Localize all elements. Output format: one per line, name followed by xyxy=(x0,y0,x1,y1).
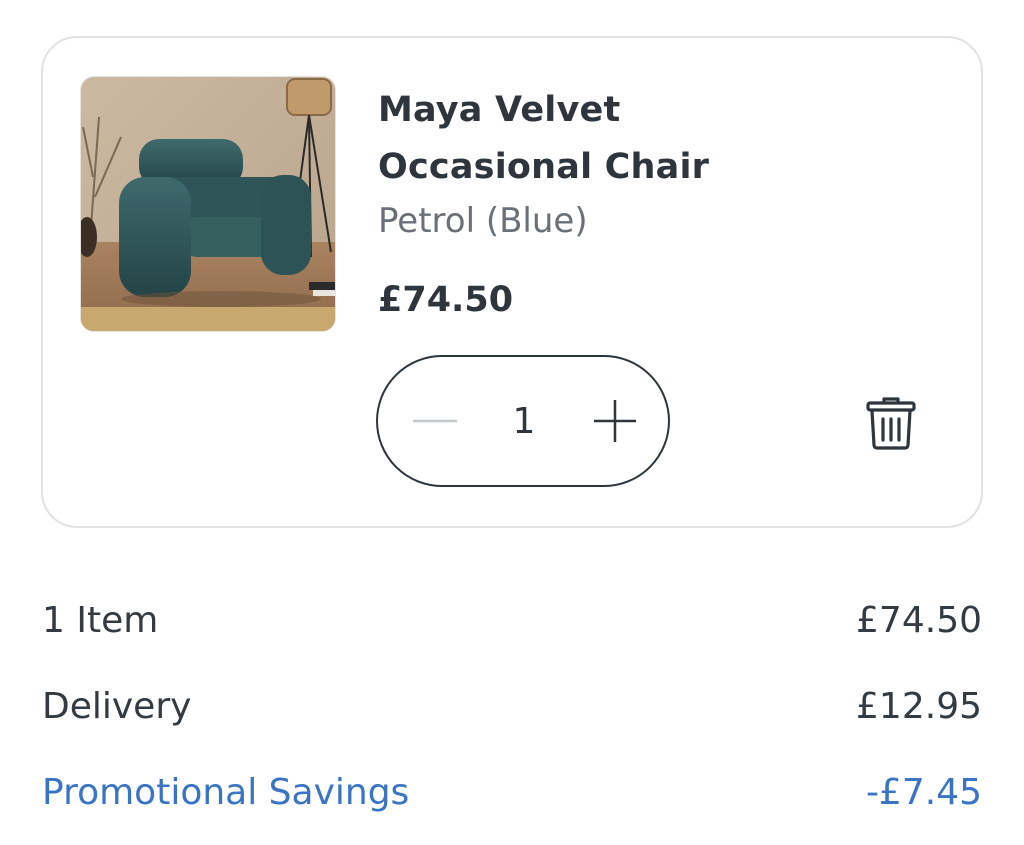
plus-icon xyxy=(594,400,636,442)
remove-item-button[interactable] xyxy=(862,392,920,454)
summary-delivery-label: Delivery xyxy=(42,685,192,727)
summary-delivery-value: £12.95 xyxy=(856,685,982,727)
summary-promo-label: Promotional Savings xyxy=(42,771,410,813)
summary-promo-row: Promotional Savings -£7.45 xyxy=(42,767,982,817)
summary-items-row: 1 Item £74.50 xyxy=(42,595,982,645)
product-variant: Petrol (Blue) xyxy=(378,201,588,241)
product-title[interactable]: Maya Velvet Occasional Chair xyxy=(378,82,798,196)
minus-icon xyxy=(413,419,457,423)
increase-quantity-button[interactable] xyxy=(570,357,660,485)
quantity-value: 1 xyxy=(512,400,536,442)
summary-items-value: £74.50 xyxy=(856,599,982,641)
product-image[interactable] xyxy=(80,76,336,332)
summary-promo-value: -£7.45 xyxy=(865,771,982,813)
product-price: £74.50 xyxy=(378,280,514,320)
decrease-quantity-button[interactable] xyxy=(390,357,480,485)
summary-delivery-row: Delivery £12.95 xyxy=(42,681,982,731)
trash-icon xyxy=(866,397,916,450)
chair-photo xyxy=(81,77,335,331)
quantity-stepper: 1 xyxy=(376,355,670,487)
summary-items-label: 1 Item xyxy=(42,599,159,641)
